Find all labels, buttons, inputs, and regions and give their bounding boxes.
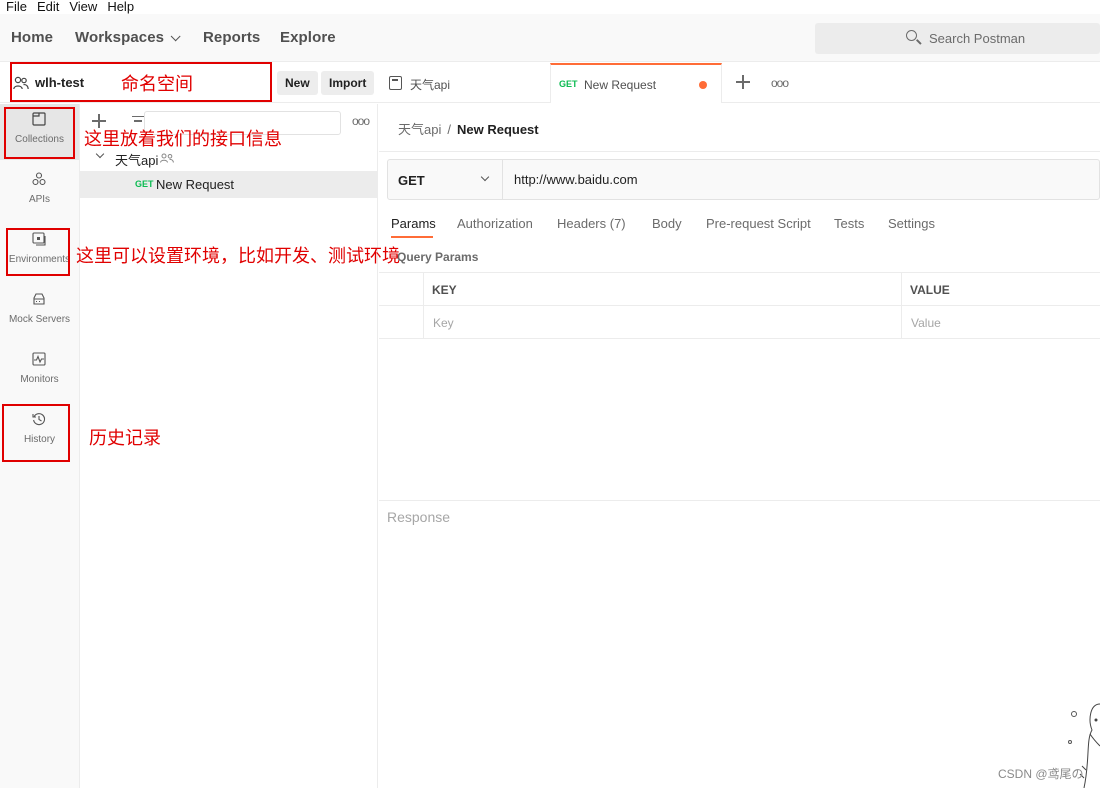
breadcrumb: 天气api / New Request xyxy=(398,119,539,138)
shared-users-icon xyxy=(160,153,174,163)
breadcrumb-separator: / xyxy=(447,122,451,137)
annotation-box-environments xyxy=(6,228,70,276)
nav-workspaces[interactable]: Workspaces xyxy=(75,29,181,46)
rail-item-apis[interactable]: APIs xyxy=(0,164,79,220)
annotation-box-history xyxy=(2,404,70,462)
menu-edit[interactable]: Edit xyxy=(37,0,59,14)
column-divider xyxy=(423,273,424,339)
divider xyxy=(379,151,1100,152)
menu-bar: File Edit View Help xyxy=(0,0,1100,14)
rail-label: APIs xyxy=(28,194,51,205)
menu-file[interactable]: File xyxy=(6,0,27,14)
nav-explore[interactable]: Explore xyxy=(280,29,336,46)
tab-label: 天气api xyxy=(410,78,451,92)
chevron-down-icon xyxy=(480,172,490,182)
method-badge: GET xyxy=(135,179,154,189)
request-name: New Request xyxy=(156,177,235,192)
response-title: Response xyxy=(387,509,451,525)
table-row: Key Value xyxy=(379,306,1100,339)
column-header-value: VALUE xyxy=(910,283,950,297)
chevron-down-icon[interactable] xyxy=(95,149,105,159)
import-button[interactable]: Import xyxy=(321,71,375,95)
more-options-icon[interactable]: ooo xyxy=(352,114,370,128)
method-value: GET xyxy=(398,173,425,188)
tab-bar: 天气api GET New Request ooo xyxy=(378,63,1100,103)
query-params-title: Query Params xyxy=(397,250,479,264)
nav-reports[interactable]: Reports xyxy=(203,29,260,46)
apis-icon xyxy=(32,172,46,186)
menu-view[interactable]: View xyxy=(69,0,97,14)
rail-item-mock-servers[interactable]: Mock Servers xyxy=(0,284,79,340)
response-divider[interactable] xyxy=(379,500,1100,501)
annotation-history: 历史记录 xyxy=(89,428,161,449)
annotation-box-collections xyxy=(4,107,75,159)
breadcrumb-parent[interactable]: 天气api xyxy=(398,122,441,137)
tab-label: New Request xyxy=(584,78,657,92)
new-tab-icon[interactable] xyxy=(736,75,750,89)
rail-label: Monitors xyxy=(20,374,59,385)
document-icon xyxy=(389,76,402,90)
active-tab-indicator xyxy=(391,236,433,238)
search-input[interactable]: Search Postman xyxy=(815,23,1100,54)
new-button[interactable]: New xyxy=(277,71,318,95)
annotation-environments: 这里可以设置环境，比如开发、测试环境 xyxy=(76,246,400,267)
key-input[interactable]: Key xyxy=(433,316,454,330)
tab-tests[interactable]: Tests xyxy=(834,216,864,231)
method-select[interactable]: GET xyxy=(388,160,503,199)
url-input[interactable]: http://www.baidu.com xyxy=(514,172,638,187)
collection-name: 天气api xyxy=(115,153,159,168)
search-placeholder: Search Postman xyxy=(929,31,1026,46)
column-header-key: KEY xyxy=(432,283,457,297)
rail-item-monitors[interactable]: Monitors xyxy=(0,344,79,400)
watermark: CSDN @鸢尾の xyxy=(998,767,1084,781)
tab-new-request[interactable]: GET New Request xyxy=(550,63,722,103)
filter-icon[interactable] xyxy=(132,116,144,124)
tab-options-icon[interactable]: ooo xyxy=(771,76,789,90)
nav-workspaces-label: Workspaces xyxy=(75,29,165,46)
tab-pre-request-script[interactable]: Pre-request Script xyxy=(706,216,811,231)
unsaved-dot-icon[interactable] xyxy=(699,81,707,89)
value-input[interactable]: Value xyxy=(911,316,941,330)
mock-servers-icon xyxy=(33,293,45,305)
request-tabs: Params Authorization Headers (7) Body Pr… xyxy=(379,208,1100,240)
chevron-down-icon xyxy=(170,31,181,42)
annotation-collections: 这里放着我们的接口信息 xyxy=(84,129,282,150)
search-icon xyxy=(906,30,917,41)
params-table: KEY VALUE Key Value xyxy=(379,272,1100,339)
request-item[interactable]: GET New Request xyxy=(80,171,378,198)
tab-settings[interactable]: Settings xyxy=(888,216,935,231)
tab-body[interactable]: Body xyxy=(652,216,682,231)
menu-help[interactable]: Help xyxy=(107,0,134,14)
top-nav: Home Workspaces Reports Explore Search P… xyxy=(0,14,1100,62)
breadcrumb-current[interactable]: New Request xyxy=(457,122,539,137)
rail-label: Mock Servers xyxy=(8,314,71,325)
tab-params[interactable]: Params xyxy=(391,216,436,231)
tab-authorization[interactable]: Authorization xyxy=(457,216,533,231)
table-header-row: KEY VALUE xyxy=(379,273,1100,306)
annotation-workspace: 命名空间 xyxy=(121,74,193,95)
column-divider xyxy=(901,273,902,339)
nav-home[interactable]: Home xyxy=(11,29,53,46)
monitors-icon xyxy=(32,352,46,366)
url-bar: GET http://www.baidu.com xyxy=(387,159,1100,200)
tab-collection[interactable]: 天气api xyxy=(378,63,550,103)
method-badge: GET xyxy=(559,79,578,89)
tab-headers[interactable]: Headers (7) xyxy=(557,216,626,231)
